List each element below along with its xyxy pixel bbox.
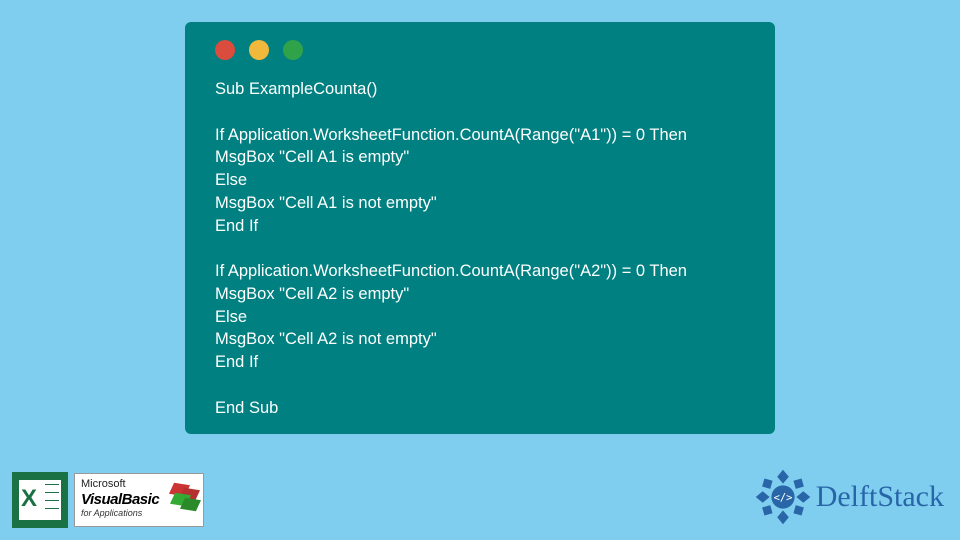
window-controls	[215, 40, 745, 60]
vb-shapes-icon	[163, 482, 201, 512]
footer-right: </> DelftStack	[754, 468, 944, 526]
minimize-icon[interactable]	[249, 40, 269, 60]
delftstack-brand-label: DelftStack	[816, 480, 944, 514]
delftstack-logo-icon: </>	[754, 468, 812, 526]
visual-basic-badge: Microsoft VisualBasic for Applications	[74, 473, 204, 527]
svg-text:</>: </>	[773, 492, 792, 504]
maximize-icon[interactable]	[283, 40, 303, 60]
footer-left: Microsoft VisualBasic for Applications	[12, 472, 204, 528]
excel-icon	[12, 472, 68, 528]
close-icon[interactable]	[215, 40, 235, 60]
code-content: Sub ExampleCounta() If Application.Works…	[215, 78, 745, 419]
code-window: Sub ExampleCounta() If Application.Works…	[185, 22, 775, 434]
